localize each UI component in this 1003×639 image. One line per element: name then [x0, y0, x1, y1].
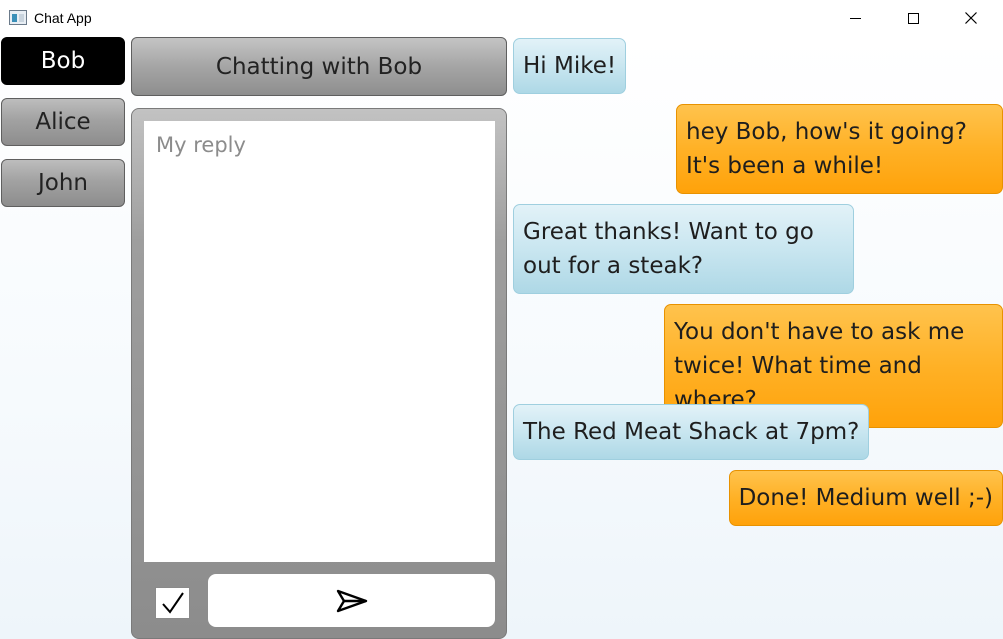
message-incoming: Hi Mike! — [513, 38, 627, 94]
message-outgoing: Done! Medium well ;-) — [728, 470, 1003, 526]
message-incoming: The Red Meat Shack at 7pm? — [513, 404, 870, 460]
contact-john-button[interactable]: John — [1, 159, 125, 207]
minimize-button[interactable] — [826, 0, 884, 36]
close-button[interactable] — [942, 0, 1000, 36]
chat-header: Chatting with Bob — [131, 37, 507, 96]
checkmark-icon — [161, 592, 184, 614]
send-icon — [336, 589, 367, 612]
maximize-icon — [907, 12, 919, 24]
reply-input[interactable] — [144, 121, 495, 562]
message-incoming: Great thanks! Want to go out for a steak… — [513, 204, 854, 294]
app-window-icon — [9, 10, 27, 25]
contact-alice-button[interactable]: Alice — [1, 98, 125, 146]
reply-checkbox[interactable] — [155, 587, 190, 619]
close-icon — [965, 12, 977, 24]
chat-window-body: Bob Alice John Chatting with Bob Hi Mike… — [0, 37, 1003, 639]
window-title: Chat App — [34, 10, 92, 26]
send-button[interactable] — [208, 574, 495, 627]
reply-panel — [131, 108, 507, 639]
maximize-button[interactable] — [884, 0, 942, 36]
minimize-icon — [849, 17, 861, 19]
contact-bob-button[interactable]: Bob — [1, 37, 125, 85]
message-outgoing: hey Bob, how's it going? It's been a whi… — [676, 104, 1003, 194]
chat-header-label: Chatting with Bob — [215, 53, 423, 80]
title-bar: Chat App — [0, 0, 1003, 37]
